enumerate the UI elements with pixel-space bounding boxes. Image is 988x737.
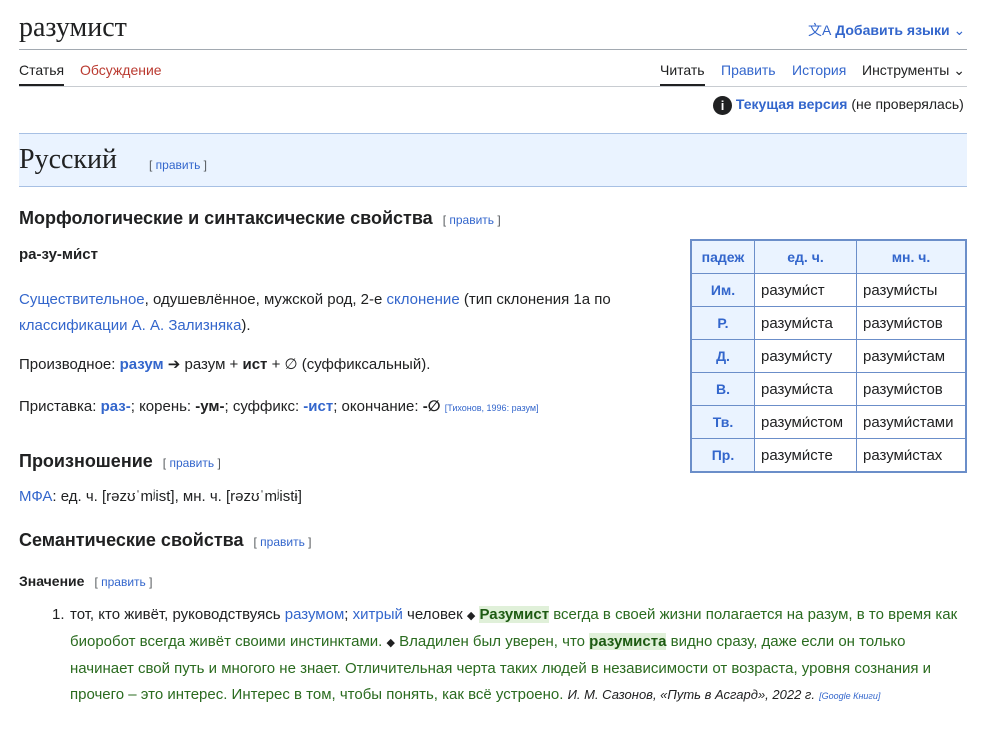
table-row: Тв. разуми́стом разуми́стами [690,405,967,439]
table-row: В. разуми́ста разуми́стов [690,372,967,406]
morph-heading: Морфологические и синтаксические свойств… [19,208,501,228]
morphemes: Приставка: раз-; корень: -ум-; суффикс: … [19,398,539,415]
quote-author: И. М. Сазонов, «Путь в Асгард», 2022 г. [567,687,815,702]
table-row: Им. разуми́ст разуми́сты [690,273,967,307]
syllables: ра-зу-ми́ст [19,246,98,263]
classification-link[interactable]: классификации А. А. Зализняка [19,317,241,334]
razum-link[interactable]: разумом [285,606,345,623]
tab-discussion[interactable]: Обсуждение [80,62,162,78]
definition-item: 1. тот, кто живёт, руководствуясь разумо… [52,602,964,709]
tab-edit[interactable]: Править [721,62,776,78]
title-divider [19,49,967,50]
chevron-down-icon: ⌄ [953,62,965,78]
header-case: падеж [690,239,755,274]
tab-tools[interactable]: Инструменты ⌄ [862,62,965,79]
not-checked-label: (не проверялась) [851,96,964,113]
chevron-down-icon: ⌄ [953,22,966,38]
diamond-icon: ◆ [386,637,395,649]
table-row: Пр. разуми́сте разуми́стах [690,438,967,473]
language-title: Русский [19,144,117,175]
suffix-link[interactable]: -ист [303,398,333,415]
khitry-link[interactable]: хитрый [353,606,403,623]
table-row: Р. разуми́ста разуми́стов [690,306,967,340]
semantics-heading: Семантические свойства[ править ] [19,530,312,550]
google-books-link[interactable]: [Google Книги] [819,691,880,701]
tab-history[interactable]: История [792,62,846,78]
tabs-divider [19,86,967,87]
source-ref[interactable]: [Тихонов, 1996: разум] [445,403,539,413]
add-languages-label: Добавить языки [835,22,950,38]
list-number: 1. [52,606,65,623]
derivation-link[interactable]: разум [120,356,164,373]
diamond-icon: ◆ [466,610,476,622]
edit-section-pron[interactable]: [ править ] [163,456,221,470]
current-version-link[interactable]: Текущая версия [736,96,848,112]
derivation: Производное: разум ➔ разум + ист + ∅ (су… [19,356,431,373]
ipa-link[interactable]: МФА [19,488,52,505]
declension-link[interactable]: склонение [387,291,460,308]
version-indicator: i Текущая версия (не проверялась) [713,96,964,115]
header-plural: мн. ч. [856,239,967,274]
edit-section-sem[interactable]: [ править ] [254,535,312,549]
page-title: разумист [19,12,127,43]
edit-section-meaning[interactable]: [ править ] [94,575,152,589]
pos-paragraph: Существительное, одушевлённое, мужской р… [19,291,611,334]
pronunciation-heading: Произношение[ править ] [19,451,221,471]
add-languages-button[interactable]: 文A Добавить языки ⌄ [808,20,965,40]
meaning-heading: Значение[ править ] [19,573,153,589]
declension-table: падеж ед. ч. мн. ч. Им. разуми́ст разуми́с… [690,239,967,473]
tab-read[interactable]: Читать [660,62,705,78]
header-singular: ед. ч. [754,239,857,274]
translate-icon: 文A [808,22,832,38]
table-row: Д. разуми́сту разуми́стам [690,339,967,373]
tab-article[interactable]: Статья [19,62,64,78]
info-icon: i [713,96,732,115]
language-heading: Русский [ править ] [19,133,967,187]
edit-section-morph[interactable]: [ править ] [443,213,501,227]
pos-link[interactable]: Существительное [19,291,145,308]
edit-section-language[interactable]: [ править ] [149,158,207,172]
prefix-link[interactable]: раз- [101,398,131,415]
ipa-line: МФА: ед. ч. [rəzʊˈmʲist], мн. ч. [rəzʊˈm… [19,488,302,505]
